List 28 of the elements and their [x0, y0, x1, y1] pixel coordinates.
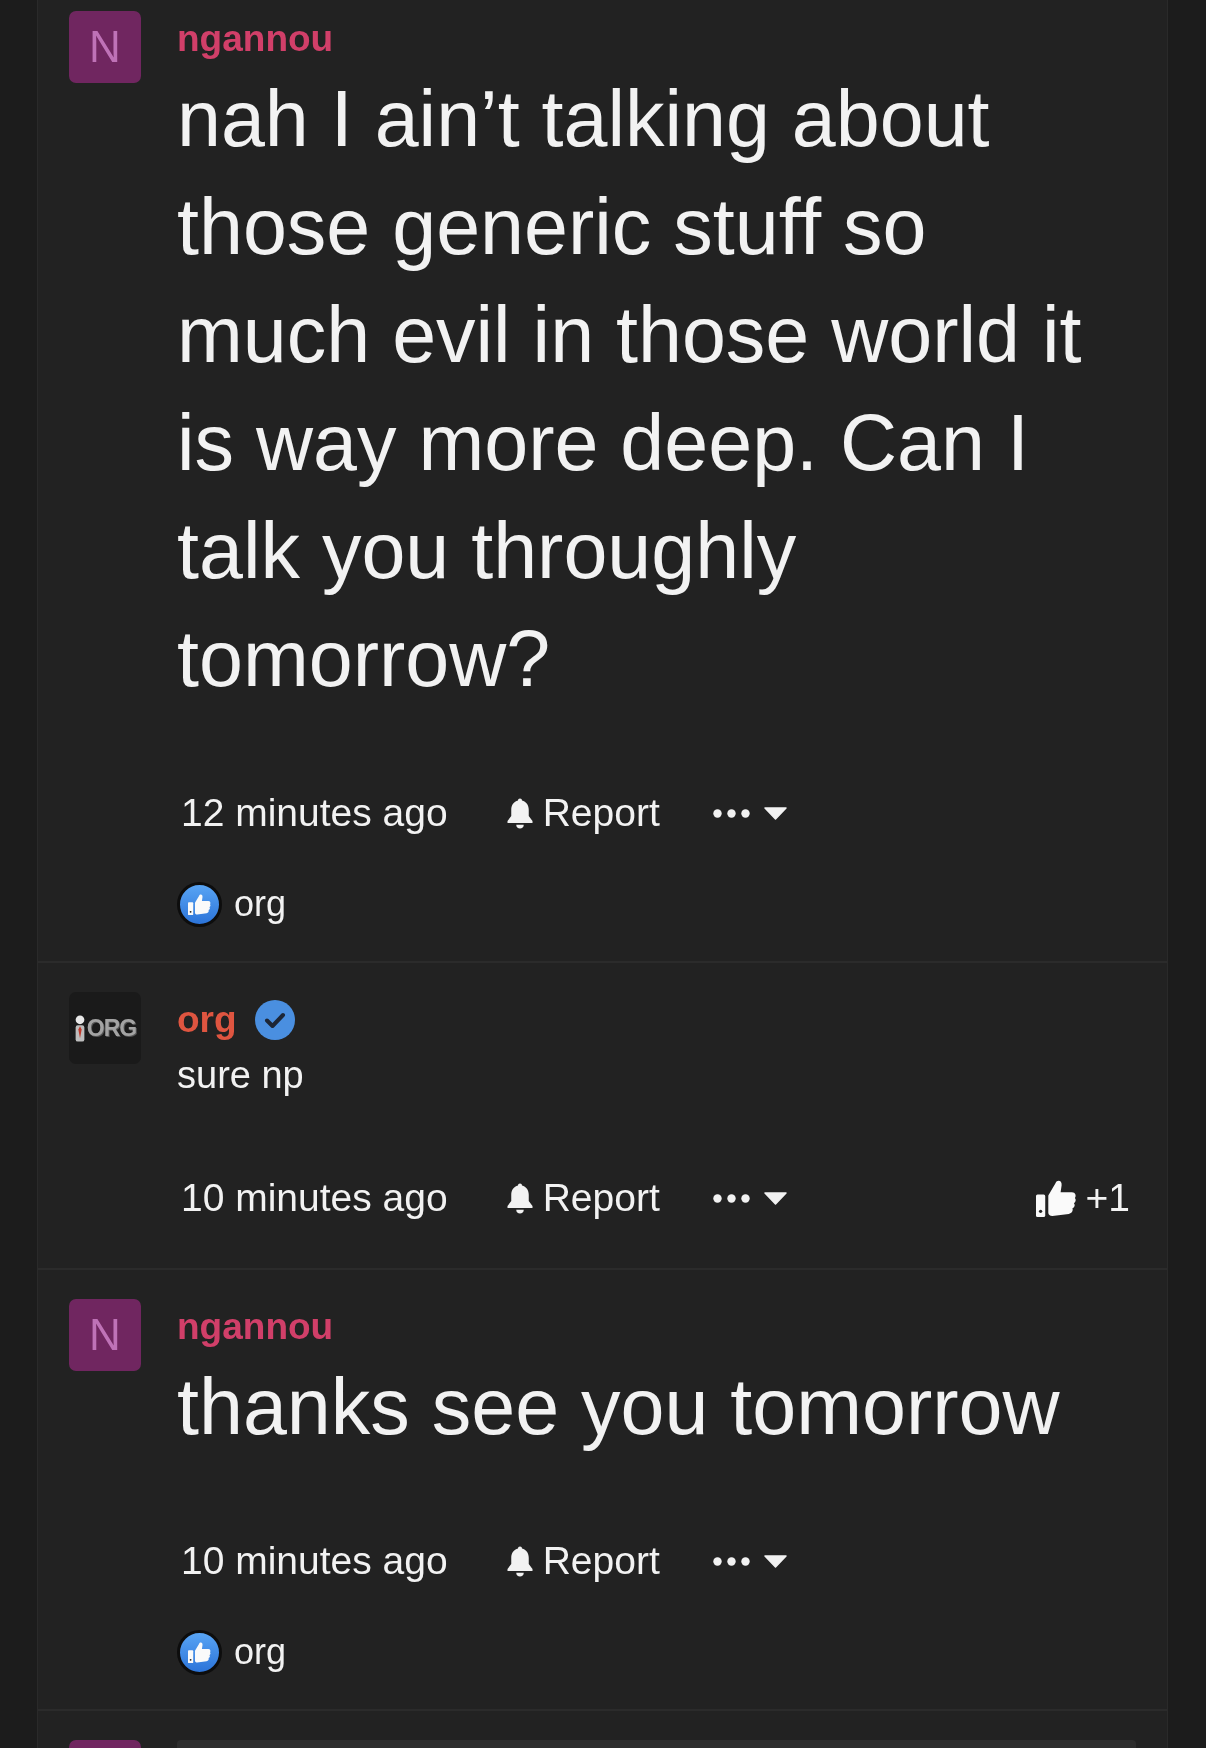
- caret-down-icon: [763, 1554, 787, 1568]
- thumbs-up-icon: [1035, 1178, 1077, 1218]
- dots-icon: [712, 808, 750, 818]
- pin-figure-icon: [73, 1014, 86, 1042]
- username[interactable]: ngannou: [177, 17, 334, 61]
- comment-text: nah I ain’t talking about those generic stuff so much evil in those world it is way more deep. Can I talk you throughly tomorrow?: [177, 73, 1083, 705]
- logo-text: ORG: [86, 1016, 137, 1040]
- caret-down-icon: [763, 806, 787, 820]
- username[interactable]: org: [177, 998, 237, 1042]
- comment-text: sure np: [177, 1053, 305, 1098]
- dots-icon: [712, 1556, 750, 1566]
- report-button[interactable]: Report: [504, 1176, 660, 1220]
- like-button[interactable]: +1: [1035, 1176, 1130, 1220]
- report-button[interactable]: Report: [504, 791, 660, 835]
- timestamp: 10 minutes ago: [181, 1539, 448, 1583]
- report-button[interactable]: Report: [504, 1539, 660, 1583]
- timestamp: 10 minutes ago: [181, 1176, 448, 1220]
- timestamp: 12 minutes ago: [181, 791, 448, 835]
- dots-icon: [712, 1193, 750, 1203]
- caret-down-icon: [763, 1191, 787, 1205]
- comment-text: thanks see you tomorrow: [177, 1361, 1061, 1453]
- thumbs-up-icon: [177, 881, 222, 927]
- avatar: N: [69, 1299, 141, 1371]
- thumbs-up-icon: [177, 1629, 222, 1675]
- avatar: N: [69, 11, 141, 83]
- reactor-name[interactable]: org: [234, 1631, 287, 1673]
- reactor-name[interactable]: org: [234, 883, 287, 925]
- username[interactable]: ngannou: [177, 1305, 334, 1349]
